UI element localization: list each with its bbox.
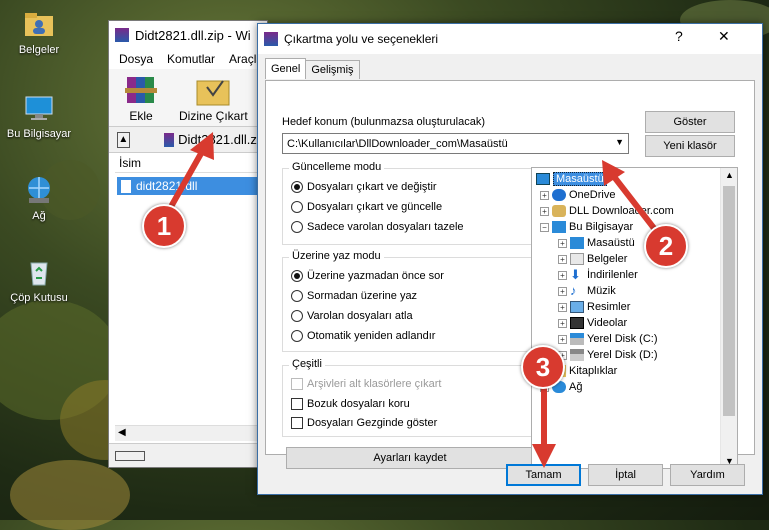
step-badge-2: 2: [644, 224, 688, 268]
step-badge-3: 3: [521, 345, 565, 389]
step-badge-1: 1: [142, 204, 186, 248]
arrow-3-head: [532, 444, 556, 468]
arrow-1-line: [165, 147, 206, 215]
